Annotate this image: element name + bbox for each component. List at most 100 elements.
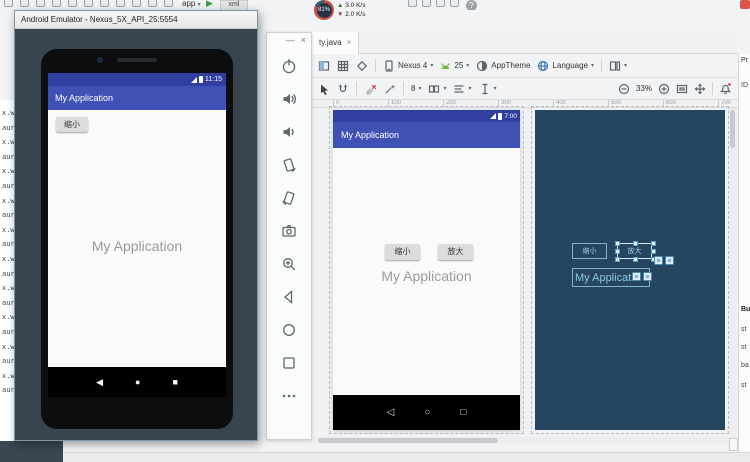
guideline-selector[interactable]: ▾ [479, 83, 497, 95]
overview-button[interactable] [272, 346, 306, 379]
default-margin-selector[interactable]: 8 ▾ [411, 84, 421, 93]
blueprint-shrink-button[interactable]: 缩小 [572, 243, 607, 259]
selection-handle[interactable] [615, 249, 620, 254]
layout-variant-selector[interactable]: ▾ [609, 60, 627, 72]
shrink-button[interactable]: 缩小 [385, 244, 420, 260]
status-time: 7:00 [504, 112, 517, 120]
toolbar-icon[interactable] [100, 0, 109, 7]
infer-constraints-icon[interactable] [384, 83, 396, 95]
overlay-badge-icon[interactable] [654, 256, 663, 265]
toolbar-icon[interactable] [408, 0, 417, 7]
back-button[interactable]: ◀ [96, 377, 103, 388]
enlarge-button[interactable]: 放大 [438, 244, 473, 260]
properties-panel[interactable]: Pr ID Bu st st ba st [738, 54, 750, 452]
volume-up-button[interactable] [272, 82, 306, 115]
home-button[interactable]: ● [135, 377, 140, 387]
toolbar-icon[interactable] [4, 0, 13, 7]
volume-down-button[interactable] [272, 115, 306, 148]
rotate-right-button[interactable] [272, 181, 306, 214]
home-button[interactable] [272, 313, 306, 346]
toolbar-icon[interactable] [132, 0, 141, 7]
toolbar-icon[interactable] [84, 0, 93, 7]
toolbar-icon[interactable] [436, 0, 445, 7]
toolbar-icon[interactable] [36, 0, 45, 7]
more-button[interactable] [272, 379, 306, 412]
toolbar-icon[interactable] [68, 0, 77, 7]
margin-value: 8 [411, 84, 416, 93]
shrink-button[interactable]: 缩小 [56, 117, 88, 132]
cursor-icon[interactable] [318, 83, 330, 95]
emulator-title-bar[interactable]: Android Emulator - Nexus_5X_API_25:5554 [15, 11, 257, 29]
help-icon[interactable]: ? [466, 0, 477, 10]
toolbar-icon[interactable] [116, 0, 125, 7]
theme-selector[interactable]: AppTheme [476, 60, 530, 72]
close-button[interactable]: × [301, 35, 306, 45]
surface-mode-icon[interactable] [318, 60, 330, 72]
autoconnect-magnet-icon[interactable] [337, 83, 349, 95]
design-textview[interactable]: My Application [333, 268, 520, 284]
zoom-in-icon[interactable] [658, 83, 670, 95]
overlay-badge-icon[interactable] [665, 256, 674, 265]
run-icon[interactable]: ▶ [206, 0, 213, 9]
selection-handle[interactable] [615, 241, 620, 246]
selection-handle[interactable] [615, 257, 620, 262]
design-content[interactable]: 缩小 放大 My Application [333, 148, 520, 395]
horizontal-scrollbar[interactable] [314, 437, 734, 444]
overlay-badge-icon[interactable] [632, 272, 641, 281]
design-view[interactable]: 7:00 My Application 缩小 放大 My Application… [333, 110, 520, 430]
language-selector[interactable]: Language ▾ [537, 60, 594, 72]
grid-icon[interactable] [337, 60, 349, 72]
pack-selector[interactable]: ▾ [428, 83, 446, 95]
scrollbar-thumb[interactable] [318, 438, 498, 443]
blueprint-enlarge-button[interactable]: 放大 [615, 241, 656, 262]
design-toolbar-2: 8 ▾ ▾ ▾ ▾ 33% [312, 78, 738, 100]
selection-handle[interactable] [633, 257, 638, 262]
chevron-down-icon: ▾ [466, 63, 470, 69]
phone-screen[interactable]: 11:15 My Application 缩小 My Application ◀… [48, 73, 226, 397]
device-selector[interactable]: Nexus 4 ▾ [383, 59, 433, 72]
render-options-icon[interactable] [356, 60, 368, 72]
taskbar-fragment [0, 441, 63, 462]
screenshot-button[interactable] [272, 214, 306, 247]
clear-constraints-icon[interactable] [364, 83, 377, 95]
zoom-level: 33% [635, 84, 652, 93]
toolbar-icon[interactable] [422, 0, 431, 7]
volume-down-icon [283, 126, 294, 137]
app-textview: My Application [91, 238, 183, 254]
align-selector[interactable]: ▾ [453, 83, 472, 95]
vertical-scrollbar[interactable] [729, 108, 736, 438]
tab-activity-java[interactable]: ty.java × [312, 32, 360, 54]
overlay-badge-icon[interactable] [643, 272, 652, 281]
editor-code-column[interactable]: x.w aur x.w aur x.w aur x.w aur x.w aur x.w aur x.w a… [0, 100, 14, 441]
zoom-button[interactable] [272, 247, 306, 280]
selection-handle[interactable] [651, 241, 656, 246]
toolbar-icon[interactable] [164, 0, 173, 7]
rotate-left-button[interactable] [272, 148, 306, 181]
notifications-bell-icon[interactable] [719, 82, 732, 95]
design-surface[interactable]: 0 100 200 300 400 500 600 700 7:00 My Applicati… [312, 100, 738, 444]
power-button[interactable] [272, 49, 306, 82]
toolbar-icon[interactable] [20, 0, 29, 7]
run-config-selector[interactable]: app ▾ [182, 0, 201, 8]
blueprint-view[interactable]: 缩小 放大 My Applicati [535, 110, 725, 430]
emulator-app-content[interactable]: 缩小 My Application [48, 110, 226, 367]
selection-handle[interactable] [651, 249, 656, 254]
toolbar-icon[interactable] [148, 0, 157, 7]
tab-close-icon[interactable]: × [347, 38, 352, 47]
pan-icon[interactable] [694, 83, 706, 95]
zoom-fit-icon[interactable] [676, 83, 688, 95]
tab-xml[interactable]: xml [220, 0, 248, 10]
recents-button[interactable]: ■ [172, 377, 177, 387]
scrollbar-thumb[interactable] [730, 110, 735, 148]
toolbar-icon[interactable] [52, 0, 61, 7]
back-button[interactable] [272, 280, 306, 313]
api-level-selector[interactable]: 25 ▾ [440, 61, 469, 71]
code-line: aur [2, 269, 14, 278]
toolbar-icon[interactable] [450, 0, 459, 7]
minimize-button[interactable]: — [286, 35, 295, 45]
zoom-out-icon[interactable] [618, 83, 630, 95]
net-speed-widget: 81% ▲ 3.0 K/s ▼ 2.0 K/s [314, 0, 365, 20]
volume-up-icon [283, 93, 297, 104]
close-button-fragment[interactable] [740, 0, 750, 9]
selection-handle[interactable] [633, 241, 638, 246]
